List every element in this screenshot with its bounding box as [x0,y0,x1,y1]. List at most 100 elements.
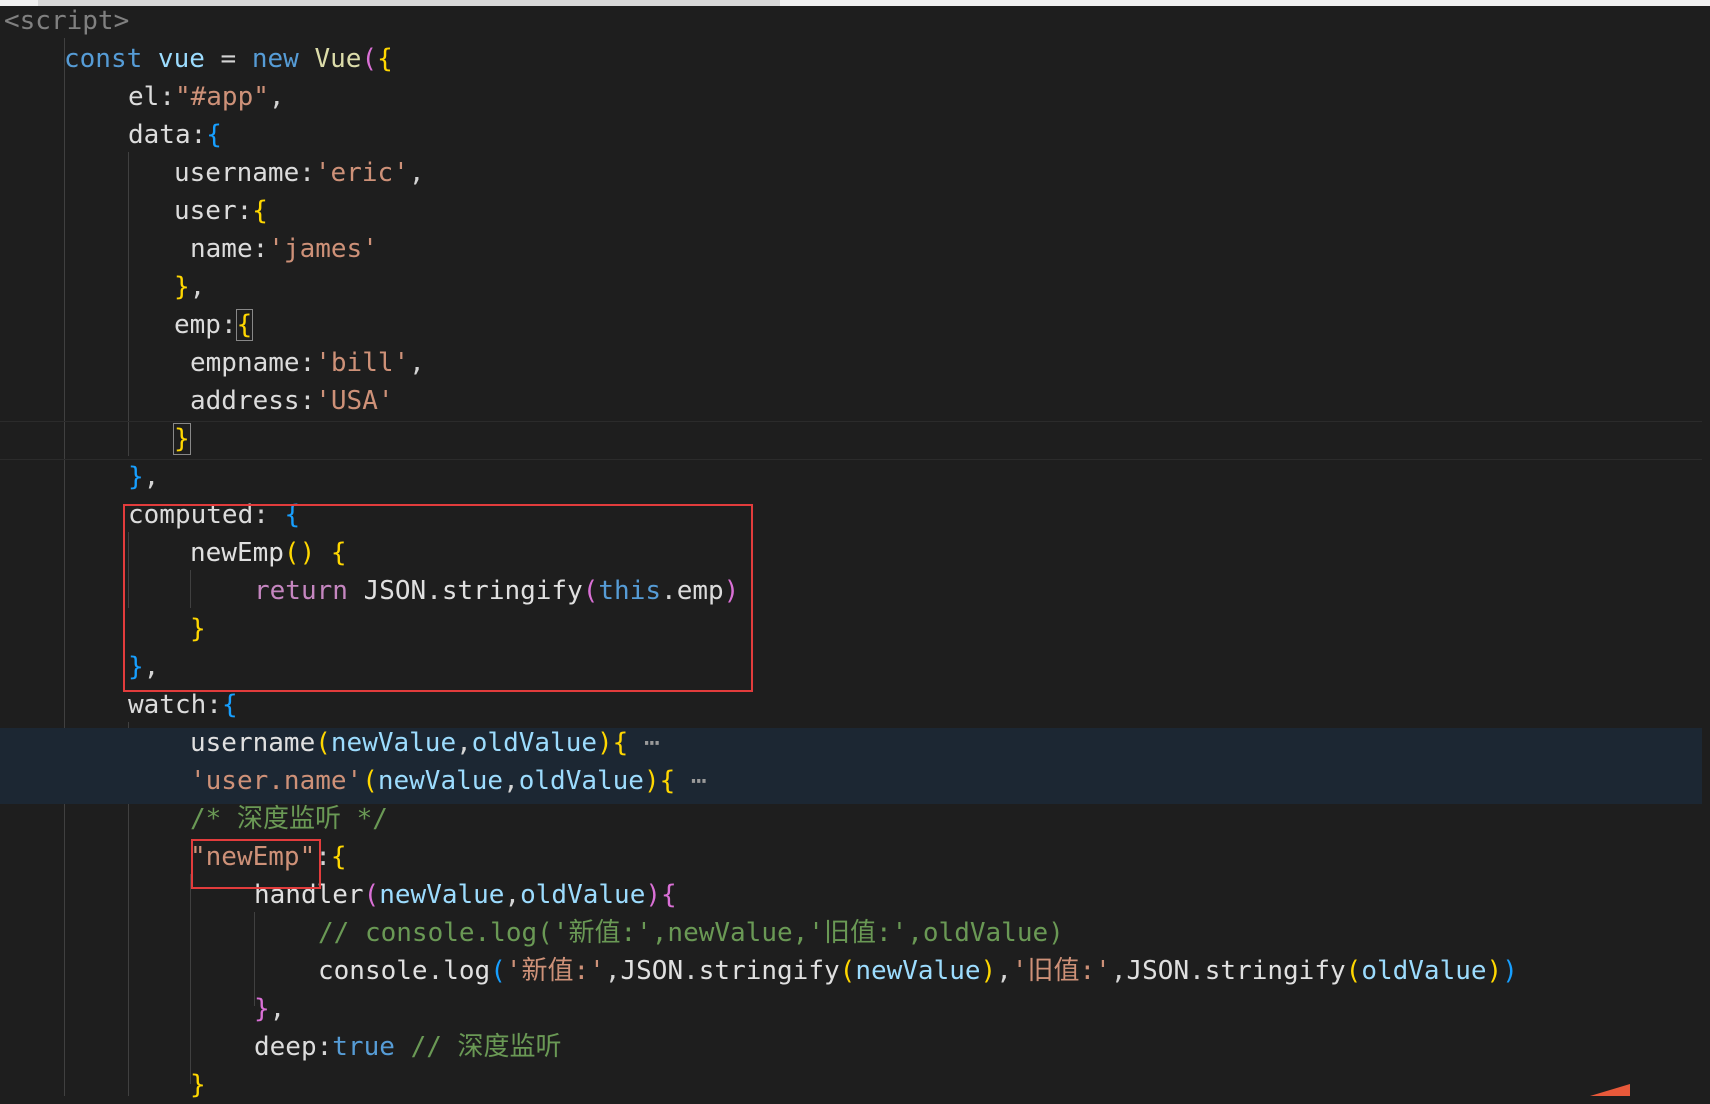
code-token: name [190,234,253,264]
code-token: = [220,44,252,74]
indent-guide [128,152,129,456]
code-token: vue [157,44,221,74]
computed-highlight-box [123,504,753,692]
code-token: } [128,462,144,492]
code-token: log [443,956,491,986]
code-token: Vue [314,44,362,74]
code-token: const [64,44,158,74]
code-token: deep [254,1032,317,1062]
code-token: username [190,728,316,758]
code-token: : [316,1032,333,1062]
code-token: ) [1502,956,1518,986]
code-token: stringify [698,956,840,986]
code-token: empname [190,348,300,378]
code-token: { [221,690,238,720]
code-token: true [332,1032,411,1062]
code-line[interactable]: /* 深度监听 */ [190,800,388,838]
code-line[interactable]: // console.log('新值:',newValue,'旧值:',oldV… [318,914,1064,952]
code-token: '新值:' [505,956,605,986]
code-token: JSON [1126,956,1190,986]
code-token: : [190,120,207,150]
code-token: 'james' [268,234,378,264]
code-editor[interactable]: <script> const vue = new Vue({el:"#app", d… [0,0,1710,1100]
code-token: ) [980,956,997,986]
code-token: } [174,272,190,302]
code-line[interactable]: } [173,420,191,458]
code-token: data [128,120,191,150]
code-token: newValue [330,728,457,758]
code-token: 'bill' [315,348,410,378]
code-token: , [604,956,621,986]
code-token: { [377,44,393,74]
code-line[interactable]: } [190,1066,206,1104]
code-token: ){ [645,880,677,910]
code-line[interactable]: el:"#app", [128,78,285,116]
code-token: <script> [4,6,130,36]
code-line[interactable]: data:{ [128,116,222,154]
code-token: user [174,196,237,226]
code-token: : [299,386,316,416]
code-line[interactable]: user:{ [174,192,268,230]
code-token: { [252,196,268,226]
current-line-top-border [0,421,1702,422]
code-token: { [330,842,347,872]
code-line[interactable]: deep:true // 深度监听 [254,1028,562,1066]
code-token: // console.log('新值:',newValue,'旧值:',oldV… [318,918,1064,948]
code-token: , [269,994,286,1024]
code-token: , [408,158,425,188]
code-token: newValue [855,956,981,986]
code-line[interactable]: }, [128,458,159,496]
code-token: ) [1486,956,1503,986]
code-token: . [427,956,444,986]
code-token: , [189,272,206,302]
code-token: /* 深度监听 */ [190,804,388,834]
code-token: , [143,462,160,492]
code-token: username [174,158,300,188]
code-token: : [159,82,175,112]
code-token: } [254,994,270,1024]
code-token: ( [490,956,506,986]
code-line[interactable]: empname:'bill', [190,344,425,382]
code-token: : [206,690,222,720]
code-token: { [206,120,222,150]
code-token: { [235,309,254,341]
code-token: 'user.name' [190,766,363,796]
fold-ellipsis-icon[interactable]: ⋯ [675,766,707,796]
code-token: , [996,956,1012,986]
code-line[interactable]: username:'eric', [174,154,424,192]
code-line[interactable]: const vue = new Vue({ [64,40,393,78]
code-token: : [299,158,315,188]
code-token: . [683,956,699,986]
code-token: , [409,348,425,378]
code-token: 'eric' [314,158,409,188]
code-token: console [318,956,428,986]
newemp-key-highlight-box [191,839,321,889]
code-token: ( [839,956,856,986]
code-token: . [1189,956,1205,986]
code-token: JSON [620,956,684,986]
code-token: : [220,310,237,340]
current-line-bottom-border [0,459,1702,460]
code-line[interactable]: console.log('新值:',JSON.stringify(newValu… [318,952,1518,990]
code-token: ( [361,44,378,74]
code-line[interactable]: address:'USA' [190,382,394,420]
code-token: newValue [379,880,505,910]
code-token: oldValue [518,766,644,796]
code-token: oldValue [1361,956,1487,986]
code-line[interactable]: emp:{ [174,306,254,344]
editor-tab[interactable] [38,0,780,6]
fold-ellipsis-icon[interactable]: ⋯ [628,728,660,758]
code-line[interactable]: username(newValue,oldValue){ ⋯ [190,724,660,762]
code-line[interactable]: <script> [4,2,129,40]
code-line[interactable]: }, [174,268,205,306]
code-token: : [252,234,269,264]
code-line[interactable]: 'user.name'(newValue,oldValue){ ⋯ [190,762,707,800]
code-token: : [236,196,253,226]
code-line[interactable]: }, [254,990,285,1028]
code-token: , [1110,956,1127,986]
code-token: 'USA' [315,386,394,416]
code-token: ( [315,728,331,758]
code-line[interactable]: name:'james' [190,230,378,268]
code-token: // 深度监听 [410,1032,562,1062]
code-token: ( [1345,956,1362,986]
